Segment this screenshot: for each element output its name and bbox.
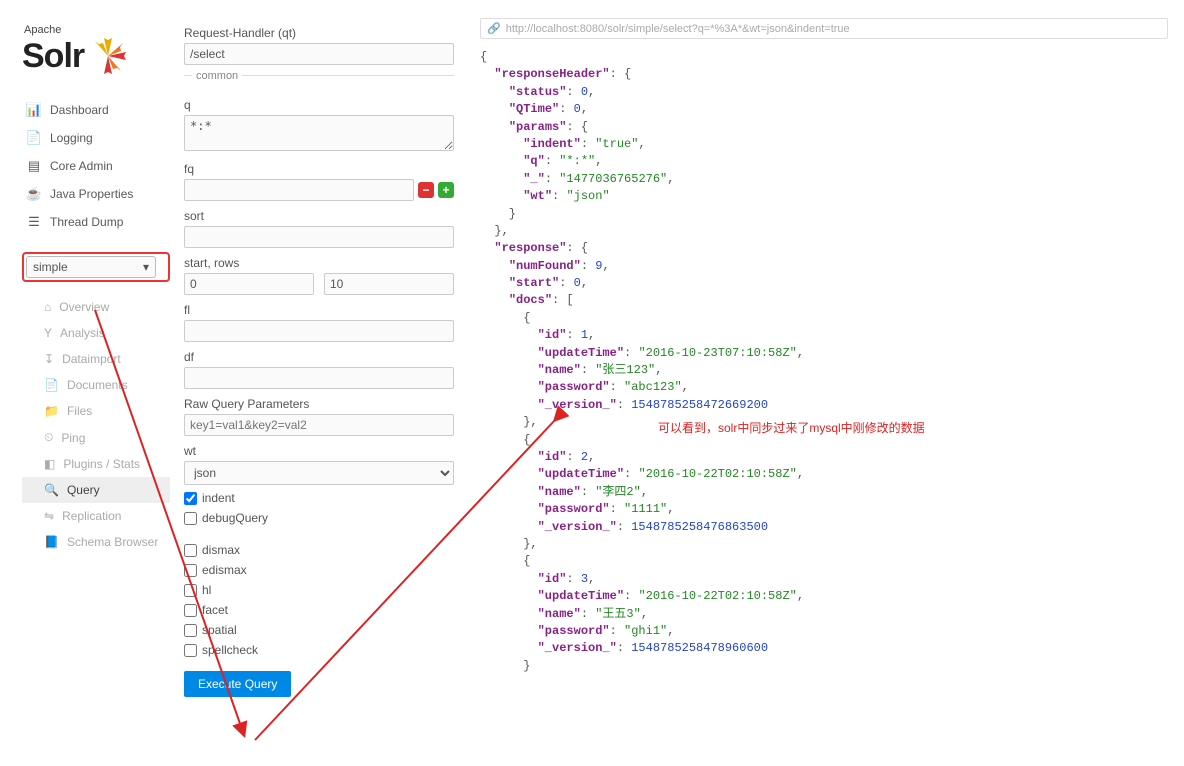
q-input[interactable]: *:* [184,115,454,151]
spatial-label: spatial [202,623,237,637]
qt-label: Request-Handler (qt) [184,26,454,40]
plugins-icon: ◧ [44,457,55,471]
main-nav: 📊Dashboard 📄Logging ▤Core Admin ☕Java Pr… [22,96,170,236]
hl-checkbox[interactable] [184,584,197,597]
fl-label: fl [184,303,454,317]
sub-nav: ⌂Overview YAnalysis ↧Dataimport 📄Documen… [40,294,170,555]
spatial-checkbox[interactable] [184,624,197,637]
nav-thread-dump[interactable]: ☰Thread Dump [22,208,170,236]
files-icon: 📁 [44,404,59,418]
debug-checkbox[interactable] [184,512,197,525]
raw-label: Raw Query Parameters [184,397,454,411]
result-panel: 🔗 http://localhost:8080/solr/simple/sele… [468,0,1184,766]
documents-icon: 📄 [44,378,59,392]
logo-text-apache: Apache [24,24,170,36]
sort-label: sort [184,209,454,223]
dismax-label: dismax [202,543,240,557]
wt-label: wt [184,444,454,458]
edismax-checkbox[interactable] [184,564,197,577]
subnav-replication[interactable]: ⇋Replication [40,503,170,529]
chevron-down-icon: ▾ [143,260,149,274]
schema-icon: 📘 [44,535,59,549]
facet-checkbox[interactable] [184,604,197,617]
subnav-files[interactable]: 📁Files [40,398,170,424]
core-selector[interactable]: simple ▾ [26,256,156,278]
logging-icon: 📄 [26,130,42,146]
indent-checkbox[interactable] [184,492,197,505]
fq-input[interactable] [184,179,414,201]
subnav-analysis[interactable]: YAnalysis [40,320,170,346]
result-url: http://localhost:8080/solr/simple/select… [506,23,850,35]
sun-icon [88,36,128,76]
subnav-schema[interactable]: 📘Schema Browser [40,529,170,555]
hl-label: hl [202,583,211,597]
spellcheck-label: spellcheck [202,643,258,657]
nav-core-admin[interactable]: ▤Core Admin [22,152,170,180]
dismax-checkbox[interactable] [184,544,197,557]
q-label: q [184,98,454,112]
df-input[interactable] [184,367,454,389]
subnav-query[interactable]: 🔍Query [22,477,170,503]
link-icon: 🔗 [487,22,501,35]
nav-logging[interactable]: 📄Logging [22,124,170,152]
ping-icon: ⏲ [44,430,53,445]
subnav-dataimport[interactable]: ↧Dataimport [40,346,170,372]
home-icon: ⌂ [44,300,51,314]
fq-remove-button[interactable]: − [418,182,434,198]
result-url-bar[interactable]: 🔗 http://localhost:8080/solr/simple/sele… [480,18,1168,39]
edismax-label: edismax [202,563,247,577]
facet-label: facet [202,603,228,617]
subnav-plugins[interactable]: ◧Plugins / Stats [40,451,170,477]
nav-java-properties[interactable]: ☕Java Properties [22,180,170,208]
logo-text-solr: Solr [22,37,84,76]
execute-query-button[interactable]: Execute Query [184,671,291,697]
sidebar: Apache Solr 📊Dashboard 📄Logging [0,0,170,766]
sort-input[interactable] [184,226,454,248]
fq-add-button[interactable]: + [438,182,454,198]
rows-input[interactable] [324,273,454,295]
annotation-text: 可以看到，solr中同步过来了mysql中刚修改的数据 [658,419,925,436]
wt-select[interactable]: json [184,461,454,485]
fq-label: fq [184,162,454,176]
search-icon: 🔍 [44,483,59,497]
subnav-overview[interactable]: ⌂Overview [40,294,170,320]
java-icon: ☕ [26,186,42,202]
query-form: Request-Handler (qt) common q *:* fq − +… [170,0,468,766]
analysis-icon: Y [44,326,52,340]
common-label: common [192,70,242,82]
fl-input[interactable] [184,320,454,342]
subnav-documents[interactable]: 📄Documents [40,372,170,398]
thread-icon: ☰ [26,214,42,230]
dashboard-icon: 📊 [26,102,42,118]
nav-dashboard[interactable]: 📊Dashboard [22,96,170,124]
core-admin-icon: ▤ [26,158,42,174]
spellcheck-checkbox[interactable] [184,644,197,657]
df-label: df [184,350,454,364]
logo: Apache Solr [22,24,170,76]
core-select-highlight: simple ▾ [22,252,170,282]
raw-input[interactable] [184,414,454,436]
dataimport-icon: ↧ [44,352,54,366]
indent-label: indent [202,491,235,505]
start-input[interactable] [184,273,314,295]
replication-icon: ⇋ [44,509,54,523]
subnav-ping[interactable]: ⏲Ping [40,424,170,451]
json-output: { "responseHeader": { "status": 0, "QTim… [480,49,1168,675]
startrows-label: start, rows [184,256,454,270]
qt-input[interactable] [184,43,454,65]
debug-label: debugQuery [202,511,268,525]
